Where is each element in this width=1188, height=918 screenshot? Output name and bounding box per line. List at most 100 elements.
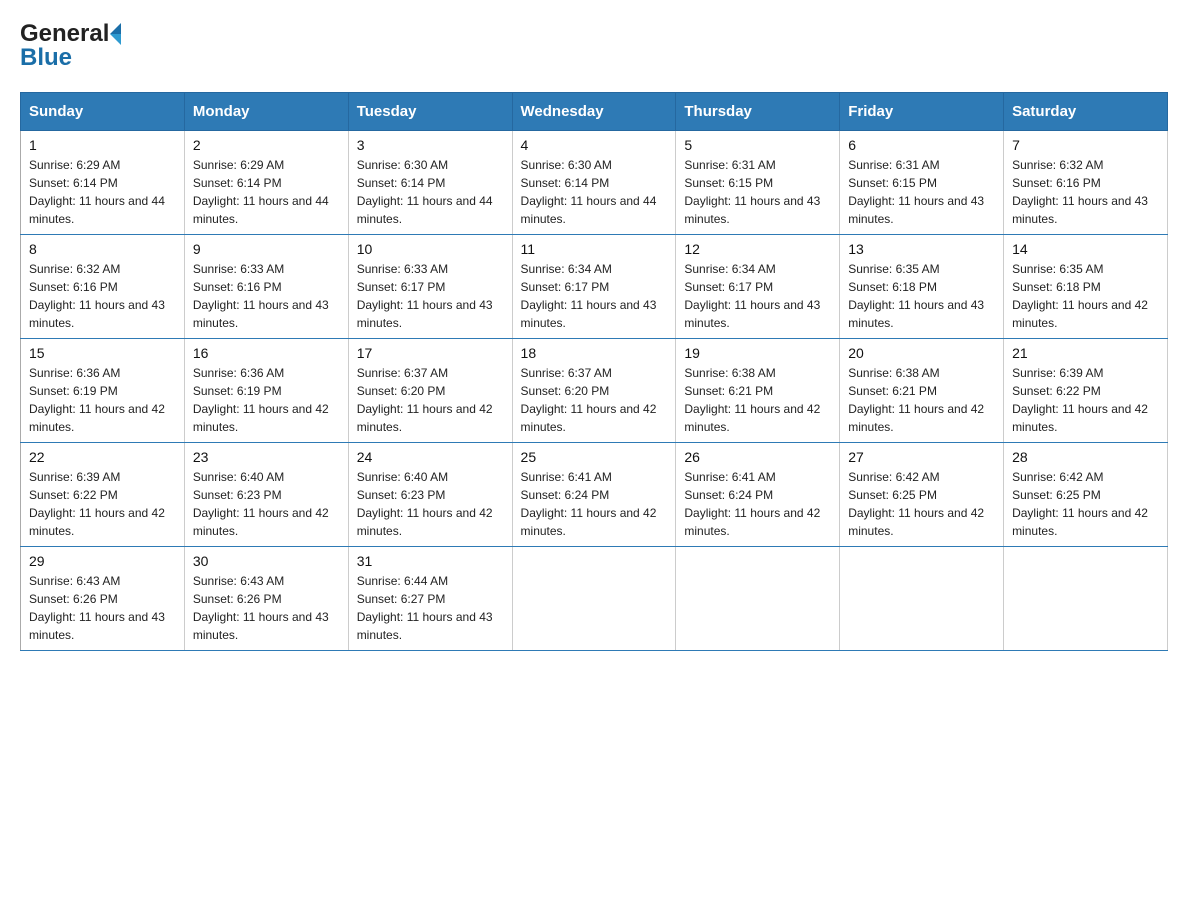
calendar-cell xyxy=(676,547,840,651)
calendar-cell: 31Sunrise: 6:44 AMSunset: 6:27 PMDayligh… xyxy=(348,547,512,651)
day-info: Sunrise: 6:33 AMSunset: 6:17 PMDaylight:… xyxy=(357,260,504,332)
day-info: Sunrise: 6:30 AMSunset: 6:14 PMDaylight:… xyxy=(521,156,668,228)
logo: General Blue xyxy=(20,20,121,72)
calendar-header-sunday: Sunday xyxy=(21,93,185,131)
day-number: 26 xyxy=(684,449,831,465)
calendar-week-2: 8Sunrise: 6:32 AMSunset: 6:16 PMDaylight… xyxy=(21,235,1168,339)
day-info: Sunrise: 6:32 AMSunset: 6:16 PMDaylight:… xyxy=(1012,156,1159,228)
calendar-cell: 4 Sunrise: 6:30 AMSunset: 6:14 PMDaylight… xyxy=(512,131,676,235)
day-info: Sunrise: 6:29 AMSunset: 6:14 PMDaylight:… xyxy=(29,156,176,228)
page-header: General Blue xyxy=(20,20,1168,72)
day-info: Sunrise: 6:30 AMSunset: 6:14 PMDaylight:… xyxy=(357,156,504,228)
day-number: 12 xyxy=(684,241,831,257)
day-number: 16 xyxy=(193,345,340,361)
day-info: Sunrise: 6:40 AMSunset: 6:23 PMDaylight:… xyxy=(193,468,340,540)
calendar-cell: 22Sunrise: 6:39 AMSunset: 6:22 PMDayligh… xyxy=(21,443,185,547)
day-number: 29 xyxy=(29,553,176,569)
day-number: 17 xyxy=(357,345,504,361)
calendar-cell: 2 Sunrise: 6:29 AMSunset: 6:14 PMDaylight… xyxy=(184,131,348,235)
calendar-header-friday: Friday xyxy=(840,93,1004,131)
calendar-cell: 21Sunrise: 6:39 AMSunset: 6:22 PMDayligh… xyxy=(1004,339,1168,443)
day-info: Sunrise: 6:31 AMSunset: 6:15 PMDaylight:… xyxy=(848,156,995,228)
day-info: Sunrise: 6:36 AMSunset: 6:19 PMDaylight:… xyxy=(193,364,340,436)
calendar-header-thursday: Thursday xyxy=(676,93,840,131)
day-info: Sunrise: 6:37 AMSunset: 6:20 PMDaylight:… xyxy=(357,364,504,436)
calendar-cell: 28Sunrise: 6:42 AMSunset: 6:25 PMDayligh… xyxy=(1004,443,1168,547)
calendar-header-saturday: Saturday xyxy=(1004,93,1168,131)
day-number: 15 xyxy=(29,345,176,361)
calendar-header-monday: Monday xyxy=(184,93,348,131)
calendar-week-4: 22Sunrise: 6:39 AMSunset: 6:22 PMDayligh… xyxy=(21,443,1168,547)
calendar-cell: 23 Sunrise: 6:40 AMSunset: 6:23 PMDayligh… xyxy=(184,443,348,547)
calendar-cell: 11 Sunrise: 6:34 AMSunset: 6:17 PMDayligh… xyxy=(512,235,676,339)
calendar-cell: 12 Sunrise: 6:34 AMSunset: 6:17 PMDayligh… xyxy=(676,235,840,339)
day-number: 6 xyxy=(848,137,995,153)
calendar-cell: 13 Sunrise: 6:35 AMSunset: 6:18 PMDayligh… xyxy=(840,235,1004,339)
day-info: Sunrise: 6:37 AMSunset: 6:20 PMDaylight:… xyxy=(521,364,668,436)
day-number: 14 xyxy=(1012,241,1159,257)
day-number: 22 xyxy=(29,449,176,465)
day-number: 7 xyxy=(1012,137,1159,153)
calendar-cell xyxy=(1004,547,1168,651)
logo-icon xyxy=(110,23,121,45)
day-number: 10 xyxy=(357,241,504,257)
day-info: Sunrise: 6:43 AMSunset: 6:26 PMDaylight:… xyxy=(193,572,340,644)
day-info: Sunrise: 6:31 AMSunset: 6:15 PMDaylight:… xyxy=(684,156,831,228)
calendar-cell: 19 Sunrise: 6:38 AMSunset: 6:21 PMDayligh… xyxy=(676,339,840,443)
day-number: 4 xyxy=(521,137,668,153)
day-number: 11 xyxy=(521,241,668,257)
day-number: 5 xyxy=(684,137,831,153)
day-info: Sunrise: 6:34 AMSunset: 6:17 PMDaylight:… xyxy=(684,260,831,332)
day-number: 25 xyxy=(521,449,668,465)
day-number: 27 xyxy=(848,449,995,465)
logo-blue-text: Blue xyxy=(20,44,72,72)
day-info: Sunrise: 6:42 AMSunset: 6:25 PMDaylight:… xyxy=(848,468,995,540)
day-number: 18 xyxy=(521,345,668,361)
day-info: Sunrise: 6:41 AMSunset: 6:24 PMDaylight:… xyxy=(684,468,831,540)
day-number: 9 xyxy=(193,241,340,257)
day-number: 19 xyxy=(684,345,831,361)
calendar-cell xyxy=(840,547,1004,651)
day-info: Sunrise: 6:33 AMSunset: 6:16 PMDaylight:… xyxy=(193,260,340,332)
calendar-week-3: 15 Sunrise: 6:36 AMSunset: 6:19 PMDayligh… xyxy=(21,339,1168,443)
day-info: Sunrise: 6:35 AMSunset: 6:18 PMDaylight:… xyxy=(848,260,995,332)
day-info: Sunrise: 6:34 AMSunset: 6:17 PMDaylight:… xyxy=(521,260,668,332)
day-info: Sunrise: 6:41 AMSunset: 6:24 PMDaylight:… xyxy=(521,468,668,540)
day-number: 21 xyxy=(1012,345,1159,361)
day-info: Sunrise: 6:38 AMSunset: 6:21 PMDaylight:… xyxy=(848,364,995,436)
day-number: 24 xyxy=(357,449,504,465)
calendar-cell: 10 Sunrise: 6:33 AMSunset: 6:17 PMDayligh… xyxy=(348,235,512,339)
calendar-cell: 24 Sunrise: 6:40 AMSunset: 6:23 PMDayligh… xyxy=(348,443,512,547)
calendar-header-tuesday: Tuesday xyxy=(348,93,512,131)
calendar-cell: 27 Sunrise: 6:42 AMSunset: 6:25 PMDayligh… xyxy=(840,443,1004,547)
day-number: 1 xyxy=(29,137,176,153)
day-number: 13 xyxy=(848,241,995,257)
day-number: 2 xyxy=(193,137,340,153)
calendar-header-row: SundayMondayTuesdayWednesdayThursdayFrid… xyxy=(21,93,1168,131)
day-info: Sunrise: 6:32 AMSunset: 6:16 PMDaylight:… xyxy=(29,260,176,332)
calendar-cell: 30Sunrise: 6:43 AMSunset: 6:26 PMDayligh… xyxy=(184,547,348,651)
calendar-cell: 9 Sunrise: 6:33 AMSunset: 6:16 PMDaylight… xyxy=(184,235,348,339)
calendar-cell: 18 Sunrise: 6:37 AMSunset: 6:20 PMDayligh… xyxy=(512,339,676,443)
calendar-cell: 26 Sunrise: 6:41 AMSunset: 6:24 PMDayligh… xyxy=(676,443,840,547)
calendar-cell xyxy=(512,547,676,651)
calendar-week-5: 29 Sunrise: 6:43 AMSunset: 6:26 PMDayligh… xyxy=(21,547,1168,651)
calendar-cell: 7 Sunrise: 6:32 AMSunset: 6:16 PMDaylight… xyxy=(1004,131,1168,235)
day-number: 20 xyxy=(848,345,995,361)
calendar-cell: 17 Sunrise: 6:37 AMSunset: 6:20 PMDayligh… xyxy=(348,339,512,443)
calendar-cell: 25 Sunrise: 6:41 AMSunset: 6:24 PMDayligh… xyxy=(512,443,676,547)
calendar-cell: 15 Sunrise: 6:36 AMSunset: 6:19 PMDayligh… xyxy=(21,339,185,443)
day-info: Sunrise: 6:43 AMSunset: 6:26 PMDaylight:… xyxy=(29,572,176,644)
calendar-cell: 6 Sunrise: 6:31 AMSunset: 6:15 PMDaylight… xyxy=(840,131,1004,235)
calendar-header-wednesday: Wednesday xyxy=(512,93,676,131)
day-info: Sunrise: 6:29 AMSunset: 6:14 PMDaylight:… xyxy=(193,156,340,228)
day-info: Sunrise: 6:36 AMSunset: 6:19 PMDaylight:… xyxy=(29,364,176,436)
day-info: Sunrise: 6:38 AMSunset: 6:21 PMDaylight:… xyxy=(684,364,831,436)
day-number: 31 xyxy=(357,553,504,569)
day-info: Sunrise: 6:35 AMSunset: 6:18 PMDaylight:… xyxy=(1012,260,1159,332)
day-number: 23 xyxy=(193,449,340,465)
calendar-cell: 14 Sunrise: 6:35 AMSunset: 6:18 PMDayligh… xyxy=(1004,235,1168,339)
calendar-cell: 1 Sunrise: 6:29 AMSunset: 6:14 PMDaylight… xyxy=(21,131,185,235)
day-info: Sunrise: 6:40 AMSunset: 6:23 PMDaylight:… xyxy=(357,468,504,540)
day-number: 28 xyxy=(1012,449,1159,465)
